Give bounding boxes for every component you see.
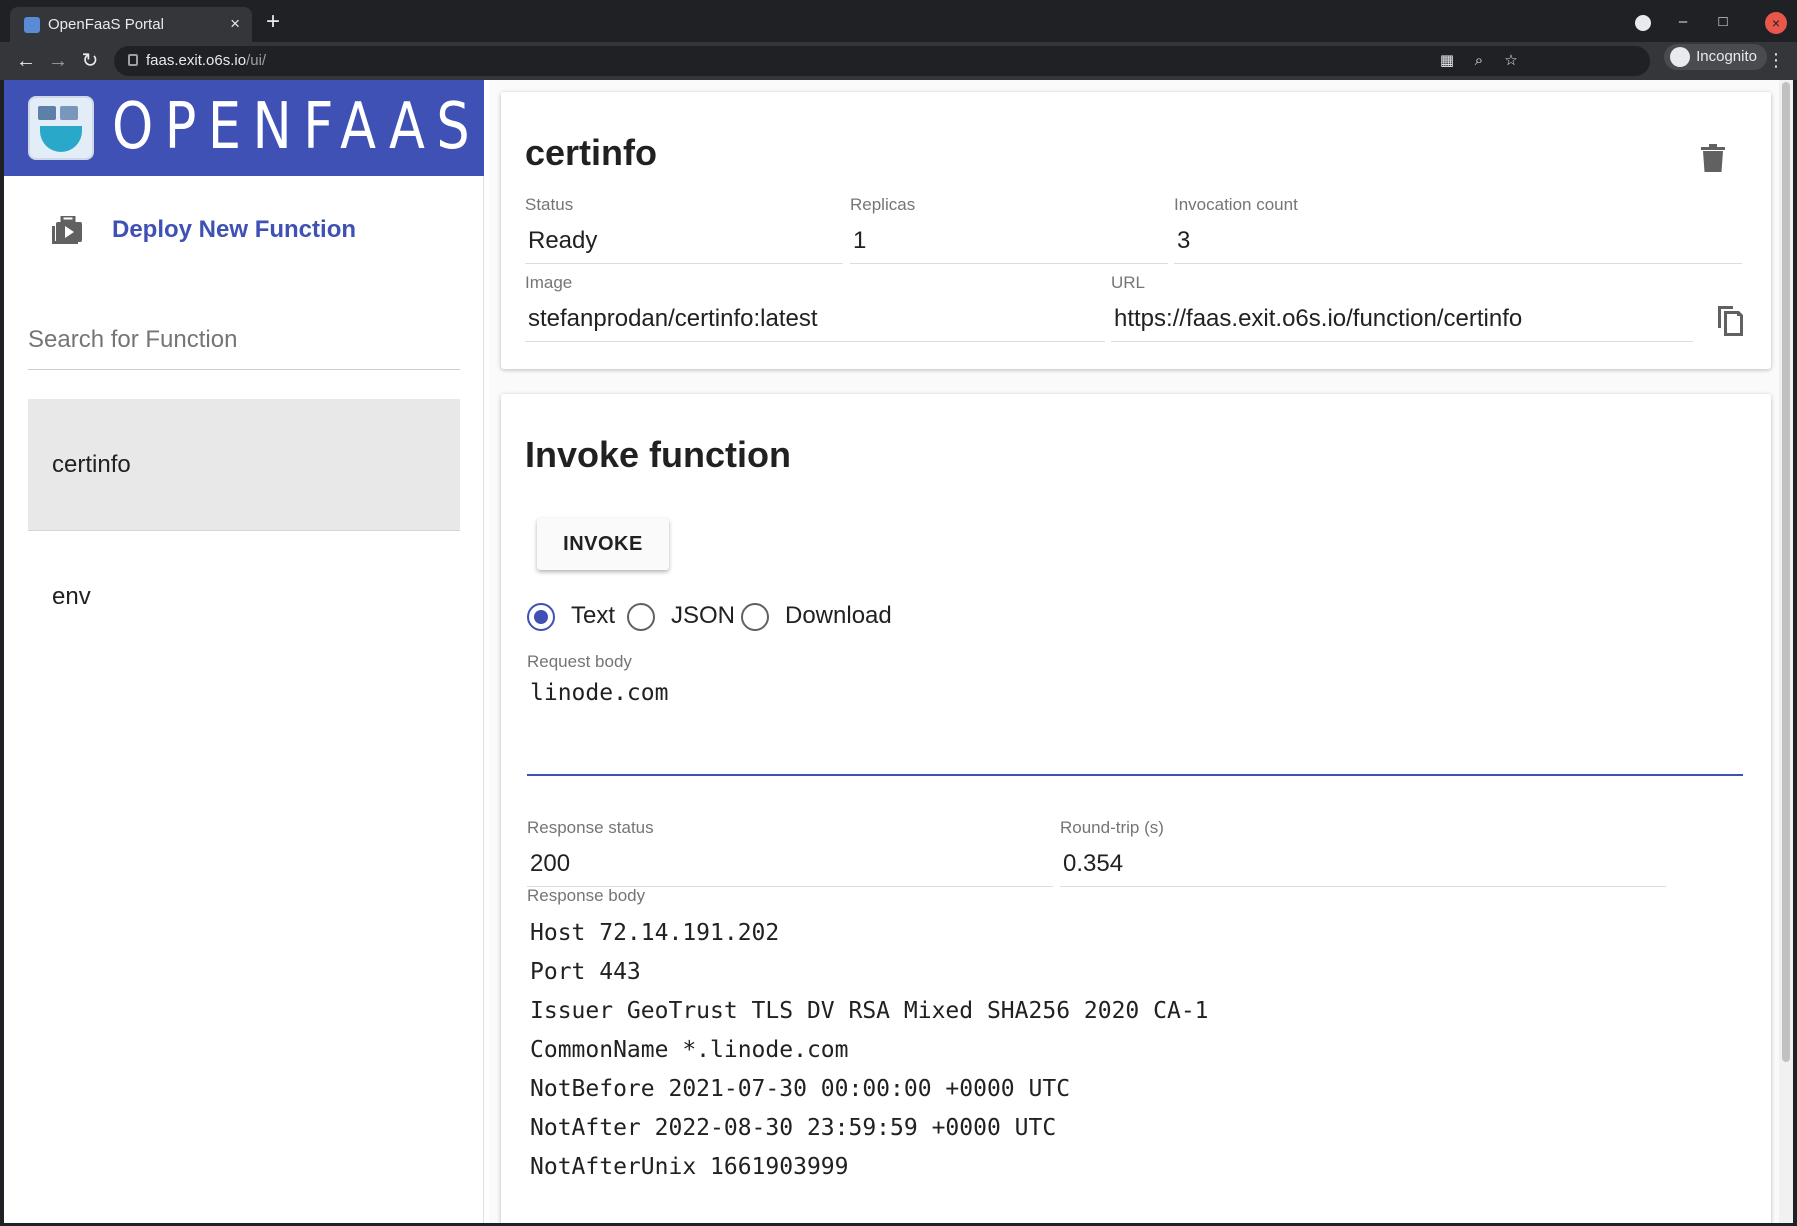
status-value: Ready — [525, 221, 843, 264]
bookmark-star-icon[interactable]: ☆ — [1500, 50, 1522, 72]
invoke-function-card: Invoke function INVOKE Text JSON Downloa… — [501, 394, 1771, 1223]
request-body-label: Request body — [527, 652, 632, 671]
function-item-certinfo[interactable]: certinfo — [28, 399, 460, 531]
tab-strip: OpenFaaS Portal × + – □ × — [0, 0, 1797, 42]
image-field: Image stefanprodan/certinfo:latest — [525, 273, 1105, 342]
browser-toolbar: ← → ↻ faas.exit.o6s.io/ui/ ▦ ⌕ ☆ Incogni… — [0, 42, 1797, 80]
url-path: /ui/ — [246, 52, 267, 69]
sidebar: OPENFAAS Deploy New Function certinfo en… — [4, 80, 484, 1223]
round-trip-label: Round-trip (s) — [1060, 818, 1164, 837]
main-content: certinfo Status Ready Replicas 1 Invocat… — [489, 80, 1779, 1223]
url-value[interactable]: https://faas.exit.o6s.io/function/certin… — [1111, 299, 1693, 342]
url-text[interactable]: faas.exit.o6s.io/ui/ — [146, 52, 266, 69]
incognito-badge[interactable]: Incognito — [1664, 44, 1767, 70]
radio-unchecked-icon[interactable] — [741, 603, 769, 631]
openfaas-favicon-icon — [24, 17, 40, 33]
invocation-count-field: Invocation count 3 — [1174, 195, 1742, 264]
scrollbar-thumb[interactable] — [1782, 82, 1790, 1062]
lock-icon[interactable] — [128, 54, 138, 66]
search-field[interactable] — [28, 320, 460, 370]
invoke-title: Invoke function — [525, 434, 792, 475]
round-trip-field: Round-trip (s) 0.354 — [1060, 818, 1666, 887]
incognito-label: Incognito — [1696, 48, 1757, 65]
forward-arrow-icon[interactable]: → — [44, 47, 72, 75]
logo-box-shape — [60, 106, 78, 120]
reload-icon[interactable]: ↻ — [76, 47, 104, 75]
invoke-button[interactable]: INVOKE — [537, 518, 669, 570]
status-field: Status Ready — [525, 195, 843, 264]
tab-search-icon[interactable] — [1635, 15, 1651, 31]
logo-whale-shape — [40, 126, 82, 152]
qr-code-icon[interactable]: ▦ — [1436, 50, 1458, 72]
image-label: Image — [525, 273, 573, 292]
replicas-label: Replicas — [850, 195, 916, 214]
status-label: Status — [525, 195, 574, 214]
response-line: NotAfterUnix 1661903999 — [530, 1154, 849, 1180]
image-value: stefanprodan/certinfo:latest — [525, 299, 1105, 342]
address-bar[interactable]: faas.exit.o6s.io/ui/ ▦ ⌕ ☆ — [114, 46, 1650, 76]
tab-title: OpenFaaS Portal — [48, 16, 164, 33]
radio-download-label[interactable]: Download — [785, 602, 892, 630]
response-status-field: Response status 200 — [527, 818, 1053, 887]
incognito-icon — [1670, 47, 1691, 67]
back-arrow-icon[interactable]: ← — [12, 47, 40, 75]
openfaas-logo-icon — [28, 96, 94, 160]
response-body: Host 72.14.191.202 Port 443 Issuer GeoTr… — [530, 914, 1209, 1187]
round-trip-value: 0.354 — [1060, 844, 1666, 887]
url-label: URL — [1111, 273, 1146, 292]
maximize-button[interactable]: □ — [1711, 10, 1735, 34]
new-tab-button[interactable]: + — [266, 10, 280, 34]
radio-json-label[interactable]: JSON — [671, 602, 735, 630]
response-line: NotAfter 2022-08-30 23:59:59 +0000 UTC — [530, 1115, 1057, 1141]
trash-icon[interactable] — [1701, 144, 1725, 172]
request-body-input[interactable]: linode.com — [527, 680, 1743, 776]
deploy-label: Deploy New Function — [112, 216, 357, 243]
radio-checked-icon[interactable] — [527, 603, 555, 631]
url-host: faas.exit.o6s.io — [146, 52, 247, 69]
response-line: NotBefore 2021-07-30 00:00:00 +0000 UTC — [530, 1076, 1071, 1102]
radio-text-label[interactable]: Text — [571, 602, 615, 630]
radio-unchecked-icon[interactable] — [627, 603, 655, 631]
browser-menu-icon[interactable]: ⋮ — [1767, 50, 1785, 71]
search-input[interactable] — [28, 320, 460, 360]
response-line: CommonName *.linode.com — [530, 1037, 849, 1063]
response-body-label: Response body — [527, 886, 646, 905]
response-status-label: Response status — [527, 818, 654, 837]
logo-box-shape — [38, 106, 56, 120]
replicas-value: 1 — [850, 221, 1168, 264]
url-field: URL https://faas.exit.o6s.io/function/ce… — [1111, 273, 1693, 342]
invocation-count-label: Invocation count — [1174, 195, 1298, 214]
deploy-function-icon — [52, 216, 82, 244]
browser-tab[interactable]: OpenFaaS Portal × — [10, 7, 252, 42]
brand-name: OPENFAAS — [112, 90, 482, 164]
function-title: certinfo — [525, 132, 658, 173]
response-status-value: 200 — [527, 844, 1053, 887]
response-line: Host 72.14.191.202 — [530, 920, 780, 946]
function-item-env[interactable]: env — [28, 531, 460, 663]
function-details-card: certinfo Status Ready Replicas 1 Invocat… — [501, 92, 1771, 369]
zoom-icon[interactable]: ⌕ — [1468, 50, 1490, 72]
tab-close-icon[interactable]: × — [230, 14, 240, 34]
close-window-button[interactable]: × — [1765, 12, 1787, 34]
response-line: Issuer GeoTrust TLS DV RSA Mixed SHA256 … — [530, 998, 1209, 1024]
minimize-button[interactable]: – — [1671, 10, 1695, 34]
copy-icon[interactable] — [1715, 302, 1743, 336]
browser-window: OpenFaaS Portal × + – □ × ← → ↻ faas.exi… — [0, 0, 1797, 1226]
function-list: certinfo env — [28, 399, 460, 663]
invocation-count-value: 3 — [1174, 221, 1742, 264]
page-viewport: OPENFAAS Deploy New Function certinfo en… — [4, 80, 1793, 1223]
brand-header: OPENFAAS — [4, 80, 484, 176]
replicas-field: Replicas 1 — [850, 195, 1168, 264]
page-scrollbar[interactable] — [1779, 80, 1793, 1223]
response-line: Port 443 — [530, 959, 641, 985]
